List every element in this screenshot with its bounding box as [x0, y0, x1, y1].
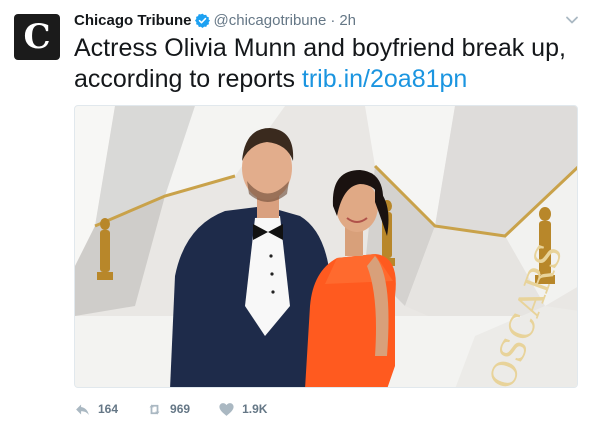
retweet-button[interactable]: 969 [146, 401, 190, 418]
avatar-logo: C [23, 17, 51, 57]
avatar[interactable]: C [14, 14, 60, 60]
tweet-photo[interactable]: OSCARS [74, 105, 578, 388]
like-button[interactable]: 1.9K [218, 401, 267, 418]
reply-count: 164 [98, 402, 119, 416]
red-carpet-photo: OSCARS [75, 106, 577, 387]
tweet-text: Actress Olivia Munn and boyfriend break … [74, 33, 574, 95]
reply-icon [76, 404, 89, 415]
tweet-card[interactable]: C Chicago Tribune @chicagotribune · 2h A… [0, 0, 592, 425]
chevron-down-icon[interactable] [564, 12, 580, 28]
heart-icon [219, 402, 234, 416]
verified-badge-icon [194, 13, 210, 28]
retweet-icon [149, 404, 160, 414]
like-count: 1.9K [242, 402, 268, 416]
tweet-actions: 164 969 1.9K [74, 398, 295, 420]
author-handle[interactable]: @chicagotribune [214, 12, 327, 29]
retweet-count: 969 [170, 402, 191, 416]
timestamp[interactable]: 2h [339, 12, 356, 29]
tweet-header: Chicago Tribune @chicagotribune · 2h [74, 10, 356, 30]
tweet-link[interactable]: trib.in/2oa81pn [302, 65, 467, 93]
reply-button[interactable]: 164 [74, 401, 118, 418]
author-name[interactable]: Chicago Tribune [74, 12, 192, 29]
separator-dot: · [330, 11, 336, 29]
